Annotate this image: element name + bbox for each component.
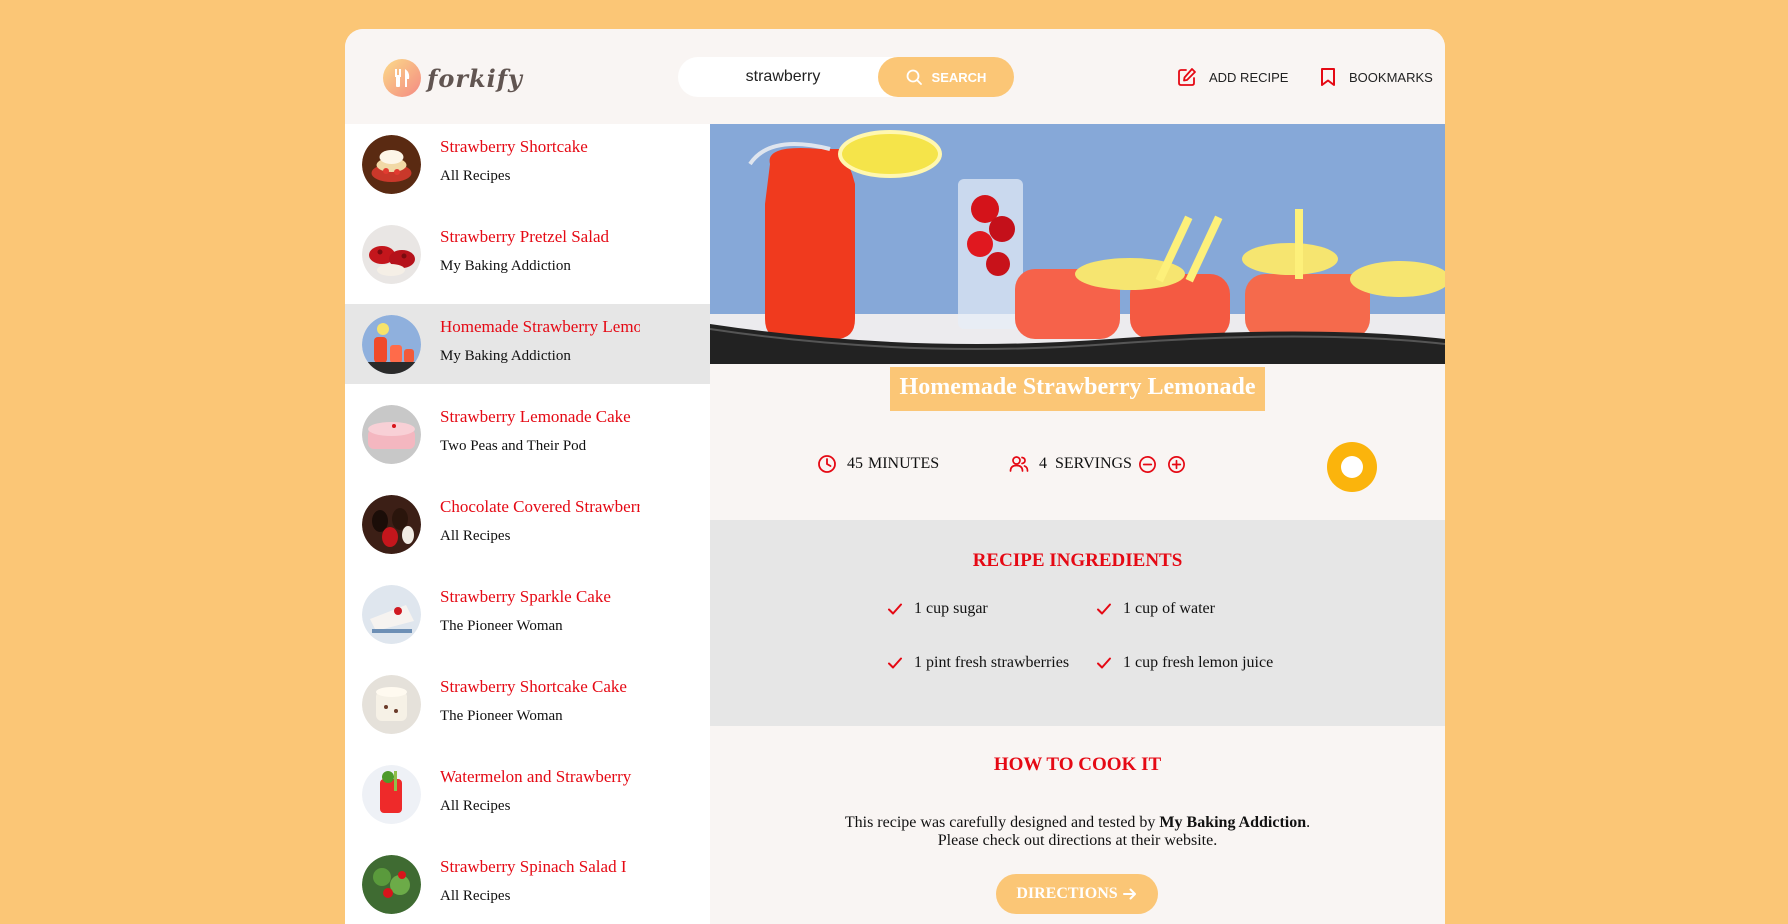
recipe-title-container: Homemade Strawberry Lemonade [710, 367, 1445, 411]
ingredient-item: 1 cup of water [1095, 600, 1215, 618]
recipe-thumbnail [362, 855, 421, 914]
cook-description: This recipe was carefully designed and t… [710, 814, 1445, 850]
result-item[interactable]: Strawberry Sparkle Cake The Pioneer Woma… [345, 574, 710, 654]
result-publisher: My Baking Addiction [440, 348, 571, 364]
cooking-time-unit: MINUTES [868, 455, 940, 472]
result-item[interactable]: Strawberry Shortcake All Recipes [345, 124, 710, 204]
add-recipe-button[interactable]: ADD RECIPE [1177, 67, 1288, 87]
bookmark-icon [1341, 456, 1363, 478]
search-button-label: SEARCH [931, 69, 987, 85]
recipe-thumbnail [362, 405, 421, 464]
recipe-title: Homemade Strawberry Lemonade [889, 367, 1266, 411]
result-item[interactable]: Strawberry Lemonade Cake Two Peas and Th… [345, 394, 710, 474]
result-title: Strawberry Pretzel Salad [440, 227, 609, 246]
cooking-time-value: 45 [847, 455, 863, 472]
result-item[interactable]: Strawberry Spinach Salad I All Recipes [345, 844, 710, 924]
recipe-thumbnail [362, 225, 421, 284]
result-publisher: Two Peas and Their Pod [440, 438, 587, 454]
recipe-thumbnail [362, 765, 421, 824]
directions-button[interactable]: DIRECTIONS [996, 874, 1158, 914]
arrow-right-icon [1122, 888, 1136, 900]
result-title: Strawberry Shortcake [440, 137, 588, 156]
result-publisher: All Recipes [440, 528, 511, 544]
logo-text: forkify [427, 63, 523, 93]
ingredient-item: 1 pint fresh strawberries [886, 654, 1069, 672]
recipe-hero-image [710, 124, 1445, 364]
result-item[interactable]: Chocolate Covered Strawberries All Recip… [345, 484, 710, 564]
cook-text-prefix: This recipe was carefully designed and t… [844, 814, 1160, 831]
result-item[interactable]: Watermelon and Strawberry All Recipes [345, 754, 710, 834]
result-publisher: All Recipes [440, 168, 511, 184]
bookmark-icon [1321, 68, 1335, 86]
ingredient-text: 1 pint fresh strawberries [914, 654, 1070, 671]
search-results: Strawberry Shortcake All Recipes Strawbe… [345, 124, 710, 924]
edit-icon [1178, 68, 1196, 86]
result-item[interactable]: Strawberry Shortcake Cake The Pioneer Wo… [345, 664, 710, 744]
recipe-thumbnail [362, 315, 421, 374]
users-icon [1009, 456, 1029, 472]
fork-knife-icon [383, 59, 421, 97]
cook-title: HOW TO COOK IT [993, 754, 1162, 775]
directions-label: DIRECTIONS [1016, 885, 1118, 902]
bookmarks-label: BOOKMARKS [1349, 69, 1433, 85]
recipe-publisher: My Baking Addiction [1159, 814, 1307, 831]
ingredient-item: 1 cup fresh lemon juice [1095, 654, 1273, 672]
search-button[interactable]: SEARCH [878, 57, 1014, 97]
decrease-servings-icon[interactable] [1138, 455, 1157, 474]
ingredient-text: 1 cup sugar [914, 600, 988, 617]
result-title: Strawberry Shortcake Cake [440, 677, 627, 696]
result-title: Strawberry Lemonade Cake [440, 407, 631, 426]
ingredients-title: RECIPE INGREDIENTS [972, 550, 1183, 571]
logo[interactable]: forkify [383, 59, 523, 97]
servings-value: 4 [1039, 455, 1047, 472]
app-container: forkify SEARCH ADD RECIPE BOOKMARKS [345, 29, 1445, 924]
check-icon [1097, 603, 1111, 615]
result-publisher: All Recipes [440, 888, 511, 904]
recipe-thumbnail [362, 135, 421, 194]
add-recipe-label: ADD RECIPE [1209, 69, 1289, 85]
ingredient-text: 1 cup fresh lemon juice [1123, 654, 1274, 671]
ingredients-section: RECIPE INGREDIENTS 1 cup sugar 1 cup of … [710, 520, 1445, 726]
result-title: Watermelon and Strawberry [440, 767, 632, 786]
check-icon [1097, 657, 1111, 669]
check-icon [888, 657, 902, 669]
result-publisher: My Baking Addiction [440, 258, 571, 274]
result-title: Chocolate Covered Strawberries [440, 497, 640, 516]
header: forkify SEARCH ADD RECIPE BOOKMARKS [345, 29, 1445, 124]
cook-text-line2: Please check out directions at their web… [937, 832, 1218, 849]
result-publisher: All Recipes [440, 798, 511, 814]
ingredient-text: 1 cup of water [1123, 600, 1215, 617]
servings-label: SERVINGS [1055, 455, 1132, 472]
recipe-view: Homemade Strawberry Lemonade 45 MINUTES … [710, 124, 1445, 924]
cook-text-suffix: . [1306, 814, 1311, 831]
recipe-thumbnail [362, 585, 421, 644]
servings: 4 SERVINGS [1009, 454, 1196, 474]
increase-servings-icon[interactable] [1167, 455, 1186, 474]
search-icon [906, 69, 922, 85]
clock-icon [818, 455, 836, 473]
bookmarks-button[interactable]: BOOKMARKS [1319, 67, 1433, 87]
result-item[interactable]: Strawberry Pretzel Salad My Baking Addic… [345, 214, 710, 294]
search-input[interactable] [678, 57, 888, 97]
result-publisher: The Pioneer Woman [440, 618, 563, 634]
ingredient-item: 1 cup sugar [886, 600, 988, 618]
result-title: Strawberry Sparkle Cake [440, 587, 611, 606]
result-title: Homemade Strawberry Lemonade [440, 317, 640, 336]
recipe-thumbnail [362, 495, 421, 554]
result-publisher: The Pioneer Woman [440, 708, 563, 724]
check-icon [888, 603, 902, 615]
cooking-time: 45 MINUTES [817, 454, 939, 474]
result-item-active[interactable]: Homemade Strawberry Lemonade My Baking A… [345, 304, 710, 384]
result-title: Strawberry Spinach Salad I [440, 857, 627, 876]
recipe-thumbnail [362, 675, 421, 734]
bookmark-button[interactable] [1327, 442, 1377, 492]
